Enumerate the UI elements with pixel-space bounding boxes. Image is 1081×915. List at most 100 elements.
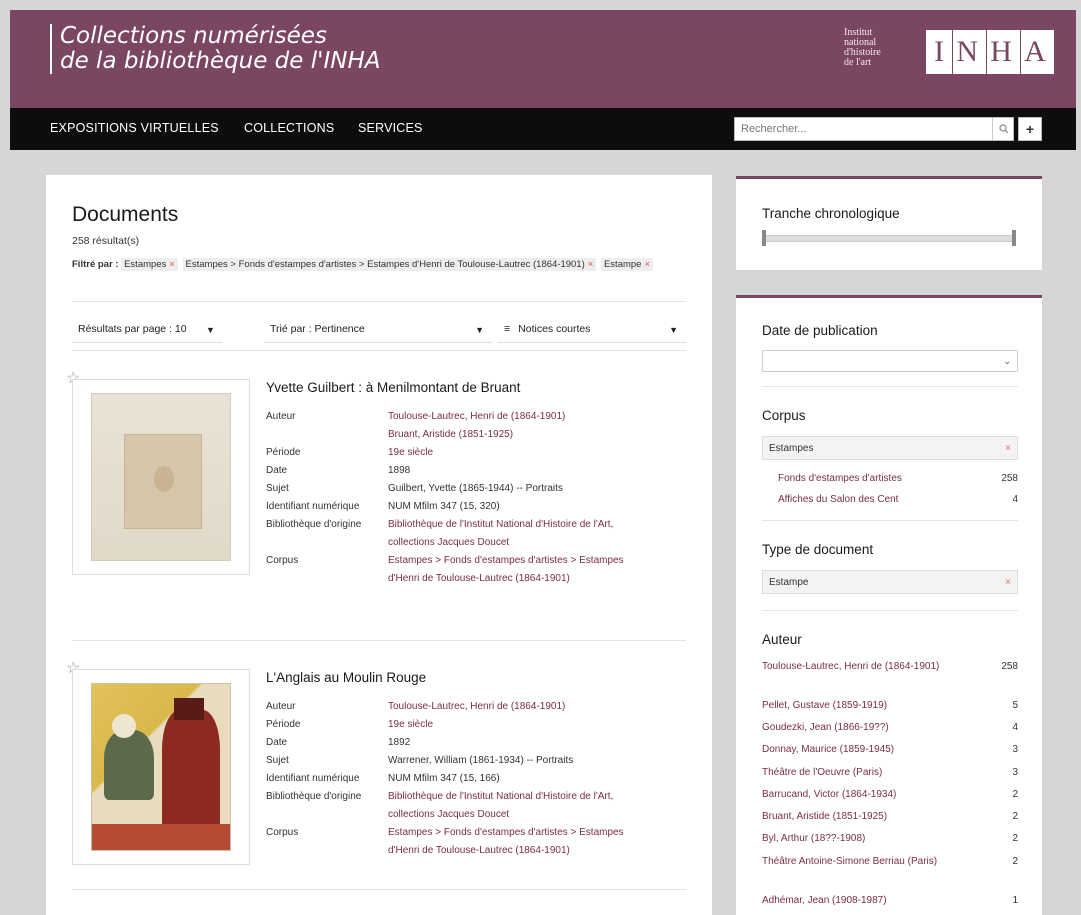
meta-corpus-link[interactable]: Estampes > Fonds d'estampes d'artistes >… <box>388 555 624 566</box>
facet-item-label: Goudezki, Jean (1866-19??) <box>762 722 889 733</box>
facet-count: 2 <box>1012 811 1018 822</box>
meta-library-link[interactable]: collections Jacques Doucet <box>388 809 509 820</box>
inha-logo[interactable]: I N H A <box>926 30 1054 74</box>
facet-count: 3 <box>1012 744 1018 755</box>
meta-label: Corpus <box>266 827 299 838</box>
filter-chip[interactable]: Estampes × <box>121 258 178 271</box>
meta-value: NUM Mfilm 347 (15, 166) <box>388 773 500 784</box>
meta-row: Identifiant numérique NUM Mfilm 347 (15, … <box>266 770 686 788</box>
facet-item[interactable]: Donnay, Maurice (1859-1945) 3 <box>762 743 1018 756</box>
meta-author-link[interactable]: Bruant, Aristide (1851-1925) <box>388 429 513 440</box>
meta-period-link[interactable]: 19e siècle <box>388 444 433 462</box>
result-count: 258 résultat(s) <box>72 235 140 247</box>
pub-date-select[interactable]: ⌄ <box>762 350 1018 372</box>
facet-count: 2 <box>1012 833 1018 844</box>
meta-library-link[interactable]: Bibliothèque de l'Institut National d'Hi… <box>388 791 613 802</box>
filter-chip[interactable]: Estampe × <box>600 258 654 271</box>
site-title-line2: de la bibliothèque de l'INHA <box>60 48 381 74</box>
remove-filter-icon[interactable]: × <box>644 259 650 270</box>
meta-label: Auteur <box>266 411 296 422</box>
facet-item[interactable]: Goudezki, Jean (1866-19??) 4 <box>762 721 1018 734</box>
logo-letter: H <box>986 30 1012 74</box>
facet-item[interactable]: Affiches du Salon des Cent 4 <box>778 493 1018 506</box>
meta-value: Warrener, William (1861-1934) -- Portrai… <box>388 755 574 766</box>
meta-label: Corpus <box>266 555 299 566</box>
nav-services[interactable]: SERVICES <box>358 121 423 135</box>
facet-item[interactable]: Toulouse-Lautrec, Henri de (1864-1901) 2… <box>762 660 1018 673</box>
meta-corpus-link[interactable]: d'Henri de Toulouse-Lautrec (1864-1901) <box>388 573 570 584</box>
nav-expositions[interactable]: EXPOSITIONS VIRTUELLES <box>50 121 219 135</box>
facet-title: Type de document <box>762 542 874 557</box>
facet-title: Tranche chronologique <box>762 206 900 221</box>
meta-corpus-link[interactable]: d'Henri de Toulouse-Lautrec (1864-1901) <box>388 845 570 856</box>
divider <box>72 889 686 890</box>
site-title[interactable]: Collections numérisées de la bibliothèqu… <box>50 24 380 74</box>
meta-row: Corpus Estampes > Fonds d'estampes d'arti… <box>266 824 686 860</box>
facet-count: 2 <box>1012 856 1018 867</box>
caret-down-icon: ▼ <box>475 325 484 335</box>
remove-filter-icon[interactable]: × <box>169 259 175 270</box>
facet-title: Auteur <box>762 632 802 647</box>
meta-library-link[interactable]: collections Jacques Doucet <box>388 537 509 548</box>
remove-icon[interactable]: × <box>1005 577 1011 588</box>
remove-icon[interactable]: × <box>1005 443 1011 454</box>
facet-count: 5 <box>1012 700 1018 711</box>
meta-period-link[interactable]: 19e siècle <box>388 716 433 734</box>
remove-filter-icon[interactable]: × <box>588 259 594 270</box>
filter-chip[interactable]: Estampes > Fonds d'estampes d'artistes >… <box>182 258 597 271</box>
caret-down-icon: ▼ <box>206 325 215 335</box>
facet-count: 2 <box>1012 789 1018 800</box>
meta-label: Période <box>266 719 301 730</box>
facet-item-label: Théâtre de l'Oeuvre (Paris) <box>762 767 883 778</box>
selected-type-chip[interactable]: Estampe × <box>762 570 1018 594</box>
per-page-select[interactable]: Résultats par page : 10 ▼ <box>72 317 222 343</box>
list-icon: ≡ <box>504 323 511 335</box>
facet-title: Corpus <box>762 408 806 423</box>
facet-item[interactable]: Bruant, Aristide (1851-1925) 2 <box>762 810 1018 823</box>
meta-row: Corpus Estampes > Fonds d'estampes d'arti… <box>266 552 686 588</box>
institute-name: Institut national d'histoire de l'art <box>844 28 914 68</box>
record-thumbnail[interactable] <box>72 669 250 865</box>
slider-handle-min[interactable] <box>762 230 766 246</box>
meta-corpus-link[interactable]: Estampes > Fonds d'estampes d'artistes >… <box>388 827 624 838</box>
meta-row: Sujet Guilbert, Yvette (1865-1944) -- Por… <box>266 480 686 498</box>
meta-row: Période 19e siècle <box>266 716 686 734</box>
facet-item-label: Affiches du Salon des Cent <box>778 494 899 505</box>
record-title[interactable]: Yvette Guilbert : à Menilmontant de Brua… <box>266 380 520 395</box>
facet-item-label: Bruant, Aristide (1851-1925) <box>762 811 888 822</box>
meta-library-link[interactable]: Bibliothèque de l'Institut National d'Hi… <box>388 519 613 530</box>
record-metadata: Auteur Toulouse-Lautrec, Henri de (1864-1… <box>266 698 686 860</box>
search-icon[interactable] <box>992 118 1014 140</box>
meta-author-link[interactable]: Toulouse-Lautrec, Henri de (1864-1901) <box>388 411 565 422</box>
facet-item[interactable]: Pellet, Gustave (1859-1919) 5 <box>762 699 1018 712</box>
meta-label: Période <box>266 447 301 458</box>
search-input[interactable] <box>734 117 1014 141</box>
advanced-search-button[interactable]: + <box>1018 117 1042 141</box>
facets-panel: Date de publication ⌄ Corpus Estampes × … <box>736 295 1042 915</box>
facet-count: 258 <box>1001 473 1018 484</box>
record-thumbnail[interactable] <box>72 379 250 575</box>
chrono-slider[interactable] <box>762 235 1014 242</box>
sort-select[interactable]: Trié par : Pertinence ▼ <box>264 317 492 343</box>
results-panel: Documents 258 résultat(s) Filtré par : E… <box>46 175 712 915</box>
slider-handle-max[interactable] <box>1012 230 1016 246</box>
meta-row: Bibliothèque d'origine Bibliothèque de l'… <box>266 516 686 552</box>
divider <box>762 610 1018 611</box>
sort-label: Trié par : Pertinence <box>270 323 365 335</box>
facet-title: Date de publication <box>762 323 878 338</box>
view-select[interactable]: ≡ Notices courtes ▼ <box>498 317 686 343</box>
facet-item[interactable]: Adhémar, Jean (1908-1987) 1 <box>762 894 1018 907</box>
record-title[interactable]: L'Anglais au Moulin Rouge <box>266 670 426 685</box>
view-label: Notices courtes <box>518 323 591 335</box>
institute-line: de l'art <box>844 57 872 68</box>
selected-corpus-chip[interactable]: Estampes × <box>762 436 1018 460</box>
facet-item[interactable]: Byl, Arthur (18??-1908) 2 <box>762 832 1018 845</box>
caret-down-icon: ▼ <box>669 325 678 335</box>
facet-item[interactable]: Théâtre Antoine-Simone Berriau (Paris) 2 <box>762 855 1018 868</box>
facet-item[interactable]: Fonds d'estampes d'artistes 258 <box>778 472 1018 485</box>
nav-collections[interactable]: COLLECTIONS <box>244 121 334 135</box>
facet-item[interactable]: Barrucand, Victor (1864-1934) 2 <box>762 788 1018 801</box>
facet-item[interactable]: Théâtre de l'Oeuvre (Paris) 3 <box>762 766 1018 779</box>
chevron-down-icon: ⌄ <box>1003 356 1011 366</box>
meta-author-link[interactable]: Toulouse-Lautrec, Henri de (1864-1901) <box>388 698 565 716</box>
